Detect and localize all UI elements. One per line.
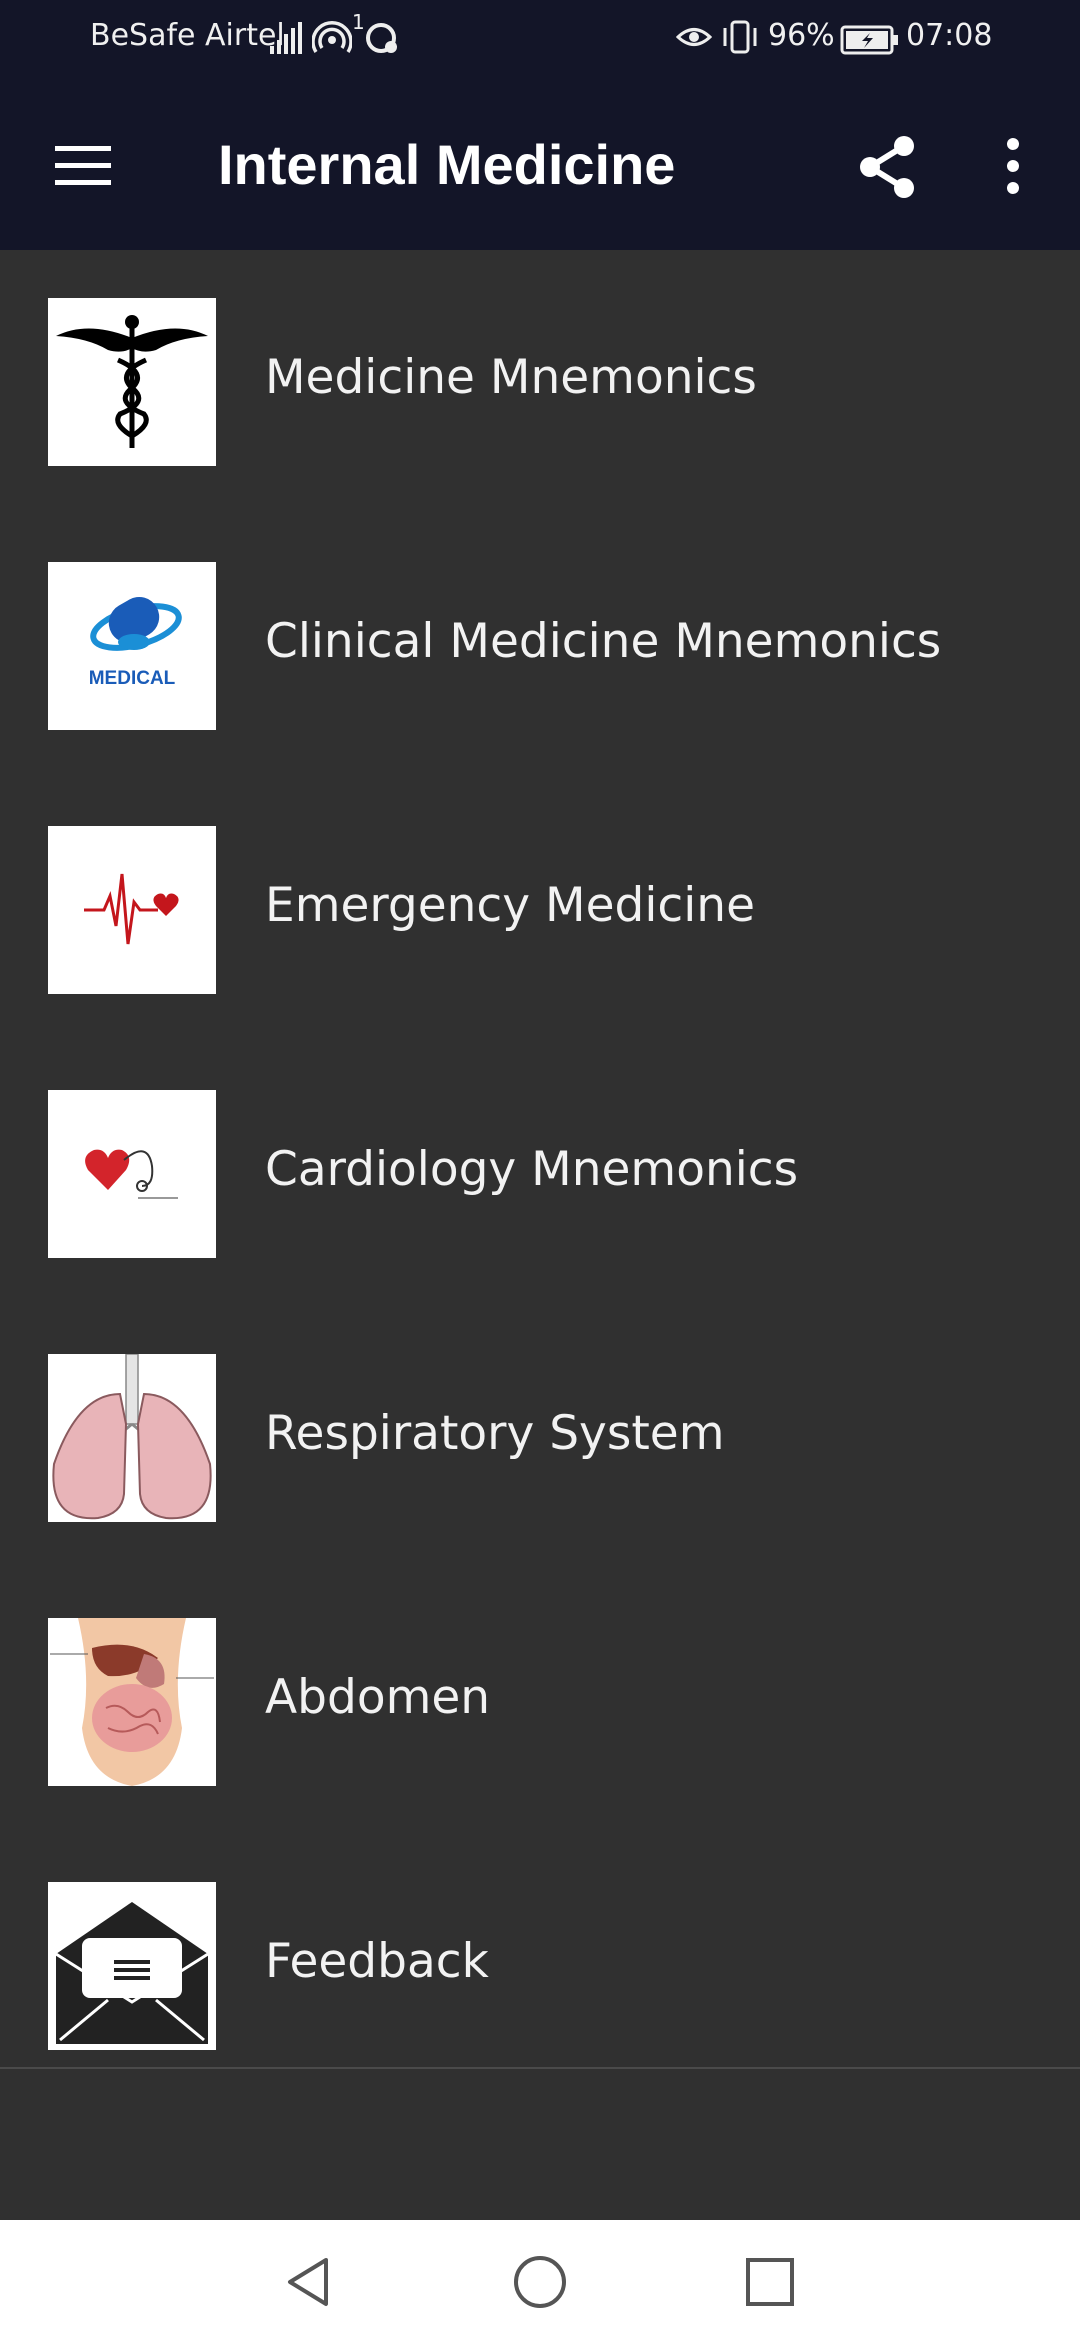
hotspot-icon (312, 21, 352, 53)
list-item-label: Cardiology Mnemonics (265, 1142, 799, 1197)
caduceus-icon (48, 298, 216, 466)
list-item-cardiology-mnemonics[interactable]: Cardiology Mnemonics (0, 1042, 1080, 1306)
recents-icon[interactable] (744, 2256, 796, 2308)
data-saver-icon (366, 23, 397, 53)
status-bar: BeSafe Airtel 1 96% 07:08 (0, 0, 1080, 82)
list-divider (0, 2067, 1080, 2069)
sim-badge: 1 (352, 10, 365, 34)
menu-list: Medicine Mnemonics MEDICAL Clinical Medi… (0, 250, 1080, 2068)
carrier-name: BeSafe Airtel (90, 18, 285, 53)
list-item-label: Emergency Medicine (265, 878, 755, 933)
share-icon[interactable] (852, 132, 922, 202)
list-item-label: Feedback (265, 1934, 489, 1989)
eye-comfort-icon (676, 28, 712, 46)
list-item-feedback[interactable]: Feedback (0, 1834, 1080, 2098)
medical-logo-text: MEDICAL (88, 668, 176, 689)
heart-stethoscope-icon (48, 1090, 216, 1258)
more-vert-icon[interactable] (998, 134, 1028, 198)
list-item-medicine-mnemonics[interactable]: Medicine Mnemonics (0, 250, 1080, 514)
page-title: Internal Medicine (218, 133, 676, 196)
list-item-label: Respiratory System (265, 1406, 725, 1461)
clock: 07:08 (906, 18, 993, 53)
list-item-label: Medicine Mnemonics (265, 350, 757, 405)
back-icon[interactable] (284, 2256, 334, 2308)
list-item-label: Abdomen (265, 1670, 491, 1725)
hamburger-icon[interactable] (50, 140, 116, 192)
vibrate-icon (723, 20, 757, 54)
battery-percent: 96% (768, 18, 835, 53)
envelope-icon (48, 1882, 216, 2050)
abdomen-anatomy-icon (48, 1618, 216, 1786)
list-item-emergency-medicine[interactable]: Emergency Medicine (0, 778, 1080, 1042)
battery-icon (840, 25, 898, 55)
signal-icon (270, 22, 302, 54)
lungs-icon (48, 1354, 216, 1522)
list-item-clinical-medicine-mnemonics[interactable]: MEDICAL Clinical Medicine Mnemonics (0, 514, 1080, 778)
list-item-respiratory-system[interactable]: Respiratory System (0, 1306, 1080, 1570)
home-icon[interactable] (512, 2254, 568, 2310)
heartbeat-icon (48, 826, 216, 994)
system-nav-bar (0, 2220, 1080, 2340)
list-item-label: Clinical Medicine Mnemonics (265, 614, 942, 669)
app-bar: Internal Medicine (0, 82, 1080, 250)
medical-logo-icon: MEDICAL (48, 562, 216, 730)
list-item-abdomen[interactable]: Abdomen (0, 1570, 1080, 1834)
